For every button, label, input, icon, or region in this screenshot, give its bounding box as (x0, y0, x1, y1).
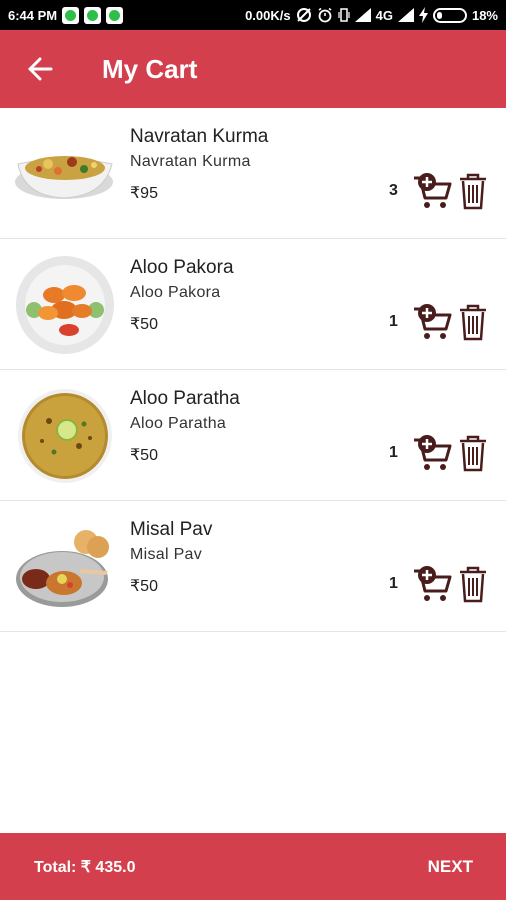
status-left: 6:44 PM (8, 6, 124, 24)
cart-footer: Total: ₹ 435.0 NEXT (0, 833, 506, 900)
alarm-icon (318, 7, 332, 23)
item-subtitle: Aloo Paratha (130, 415, 227, 432)
add-to-cart-icon[interactable] (412, 434, 452, 472)
back-button[interactable] (0, 30, 80, 108)
battery-percent: 18% (471, 7, 498, 23)
signal-strength-icon (397, 8, 414, 22)
delete-icon[interactable] (458, 565, 488, 603)
cart-item[interactable]: Misal Pav Misal Pav ₹50 1 (0, 501, 506, 632)
item-quantity: 1 (389, 575, 398, 592)
next-button[interactable]: NEXT (428, 857, 473, 877)
cart-total: Total: ₹ 435.0 (34, 858, 136, 876)
item-subtitle: Misal Pav (130, 546, 203, 563)
whatsapp-icon (62, 6, 80, 24)
delete-icon[interactable] (458, 172, 488, 210)
item-name: Aloo Pakora (130, 257, 234, 278)
item-price: ₹50 (130, 447, 158, 464)
item-quantity: 1 (389, 444, 398, 461)
add-to-cart-icon[interactable] (412, 303, 452, 341)
item-price: ₹95 (130, 185, 158, 202)
item-price: ₹50 (130, 578, 158, 595)
food-image (16, 256, 114, 354)
notification-app-icon (106, 6, 124, 24)
data-saver-icon (296, 8, 311, 22)
delete-icon[interactable] (458, 434, 488, 472)
status-right: 0.00K/s 4G 18% (245, 7, 498, 23)
food-image (15, 156, 113, 199)
app-bar: My Cart (0, 30, 506, 108)
delete-icon[interactable] (458, 303, 488, 341)
food-image (16, 530, 109, 607)
battery-icon (432, 7, 467, 23)
cart-item[interactable]: Aloo Paratha Aloo Paratha ₹50 1 (0, 370, 506, 501)
item-subtitle: Aloo Pakora (130, 284, 221, 301)
vibrate-icon (338, 8, 350, 22)
food-image (18, 389, 112, 483)
item-name: Navratan Kurma (130, 126, 269, 147)
item-name: Misal Pav (130, 519, 213, 540)
arrow-left-icon (28, 57, 53, 81)
status-time: 6:44 PM (8, 7, 58, 23)
item-quantity: 1 (389, 313, 398, 330)
item-price: ₹50 (130, 316, 158, 333)
charging-icon (418, 7, 428, 23)
item-name: Aloo Paratha (130, 388, 240, 409)
add-to-cart-icon[interactable] (412, 172, 452, 210)
item-subtitle: Navratan Kurma (130, 153, 251, 170)
whatsapp-business-icon (84, 6, 102, 24)
cart-list: Navratan Kurma Navratan Kurma ₹95 3 Aloo… (0, 108, 506, 632)
status-bar: 6:44 PM 0.00K/s 4G 18% (0, 0, 506, 30)
network-speed: 0.00K/s (245, 7, 291, 23)
page-title: My Cart (102, 53, 198, 84)
cart-item[interactable]: Aloo Pakora Aloo Pakora ₹50 1 (0, 239, 506, 370)
signal-icon (354, 8, 371, 22)
add-to-cart-icon[interactable] (412, 565, 452, 603)
network-type: 4G (375, 7, 393, 23)
cart-item[interactable]: Navratan Kurma Navratan Kurma ₹95 3 (0, 108, 506, 239)
item-quantity: 3 (389, 182, 398, 199)
